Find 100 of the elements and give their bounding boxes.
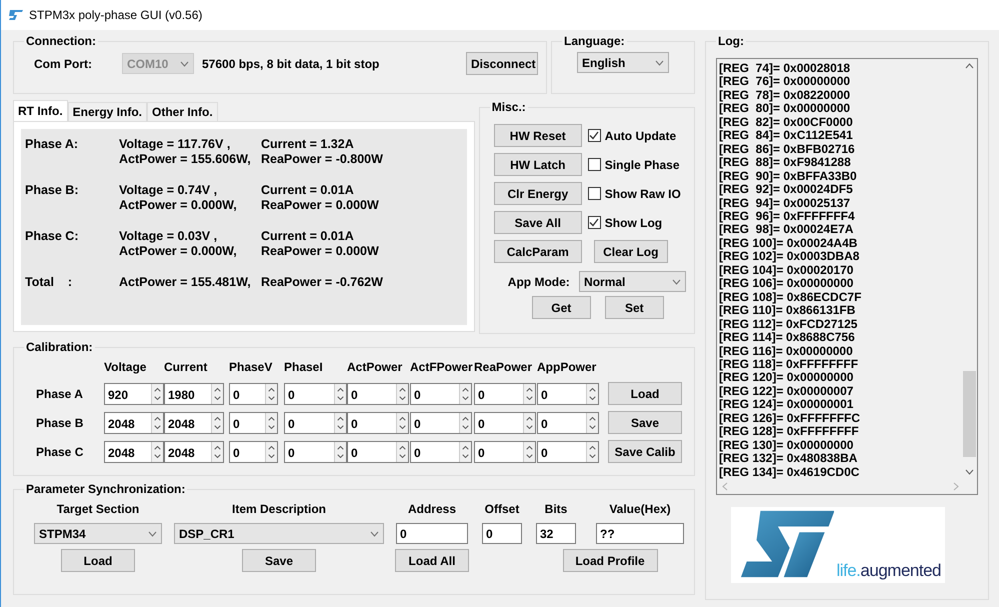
- number-field[interactable]: 2048: [164, 440, 224, 462]
- spin-arrows-icon[interactable]: [151, 384, 163, 404]
- number-field[interactable]: 0: [537, 440, 599, 462]
- misc-button[interactable]: Clr Energy: [494, 182, 582, 205]
- reading: Current = 0.01A: [261, 183, 355, 198]
- number-field[interactable]: 0: [474, 382, 536, 404]
- column-header: Voltage: [104, 359, 148, 376]
- group-title: Log:: [717, 34, 745, 48]
- reading: Voltage = 0.03V ,: [119, 229, 218, 244]
- spin-arrows-icon[interactable]: [459, 384, 471, 404]
- language-dropdown[interactable]: English: [577, 52, 669, 73]
- clear-log-button[interactable]: Clear Log: [594, 240, 668, 263]
- log-line: [REG 124]= 0x00000001: [719, 398, 854, 412]
- spin-arrows-icon[interactable]: [523, 412, 535, 432]
- log-line: [REG 84]= 0xC112E541: [719, 129, 854, 143]
- number-field[interactable]: 0: [474, 412, 536, 434]
- number-field[interactable]: 0: [347, 382, 409, 404]
- number-field[interactable]: 0: [284, 382, 347, 404]
- sync-button[interactable]: Load: [61, 549, 135, 572]
- window-title: STPM3x poly-phase GUI (v0.56): [29, 7, 202, 24]
- scroll-up-icon[interactable]: [964, 63, 974, 69]
- spin-arrows-icon[interactable]: [151, 412, 163, 432]
- sync-button[interactable]: Load Profile: [562, 549, 658, 572]
- spin-arrows-icon[interactable]: [211, 412, 223, 432]
- number-field[interactable]: 0: [537, 382, 599, 404]
- spin-arrows-icon[interactable]: [523, 442, 535, 462]
- spin-arrows-icon[interactable]: [265, 412, 277, 432]
- input-field[interactable]: 32: [536, 523, 576, 544]
- number-field[interactable]: 0: [347, 412, 409, 434]
- spin-arrows-icon[interactable]: [334, 442, 346, 462]
- spin-arrows-icon[interactable]: [586, 384, 598, 404]
- input-field[interactable]: ??: [596, 523, 684, 544]
- tab[interactable]: Other Info.: [147, 102, 218, 121]
- scroll-thumb[interactable]: [962, 371, 976, 458]
- spin-arrows-icon[interactable]: [211, 384, 223, 404]
- number-field[interactable]: 0: [410, 382, 472, 404]
- misc-button[interactable]: HW Latch: [494, 153, 582, 176]
- number-field[interactable]: 1980: [164, 382, 224, 404]
- number-field[interactable]: 2048: [164, 412, 224, 434]
- number-field[interactable]: 2048: [104, 440, 164, 462]
- number-field[interactable]: 0: [229, 382, 278, 404]
- calibration-button[interactable]: Load: [608, 382, 682, 405]
- spin-arrows-icon[interactable]: [211, 442, 223, 462]
- spin-arrows-icon[interactable]: [586, 442, 598, 462]
- spin-arrows-icon[interactable]: [396, 412, 408, 432]
- input-field[interactable]: 0: [396, 523, 468, 544]
- caret-icon: [180, 60, 189, 66]
- misc-button[interactable]: HW Reset: [494, 124, 582, 147]
- checkbox[interactable]: [588, 187, 601, 200]
- checkbox-label[interactable]: Single Phase: [604, 156, 680, 174]
- spin-arrows-icon[interactable]: [265, 384, 277, 404]
- spin-arrows-icon[interactable]: [396, 384, 408, 404]
- spin-arrows-icon[interactable]: [334, 412, 346, 432]
- log-line: [REG 92]= 0x00024DF5: [719, 183, 854, 197]
- input-field[interactable]: 0: [482, 523, 522, 544]
- misc-button[interactable]: Save All: [494, 211, 582, 234]
- spin-arrows-icon[interactable]: [586, 412, 598, 432]
- phase-label: Phase C:: [25, 229, 80, 244]
- checkbox[interactable]: [588, 158, 601, 171]
- number-field[interactable]: 0: [284, 440, 347, 462]
- disconnect-button[interactable]: Disconnect: [466, 52, 538, 75]
- number-field[interactable]: 0: [474, 440, 536, 462]
- sync-button[interactable]: Load All: [395, 549, 469, 572]
- get-button[interactable]: Get: [532, 296, 591, 319]
- number-field[interactable]: 920: [104, 382, 164, 404]
- checkbox[interactable]: [588, 129, 601, 142]
- mode-dropdown[interactable]: Normal: [579, 271, 686, 292]
- section-dropdown[interactable]: STPM34: [34, 523, 162, 544]
- spin-arrows-icon[interactable]: [151, 442, 163, 462]
- sync-button[interactable]: Save: [242, 549, 316, 572]
- checkbox-label[interactable]: Show Log: [604, 214, 662, 232]
- spin-arrows-icon[interactable]: [265, 442, 277, 462]
- number-field[interactable]: 0: [537, 412, 599, 434]
- checkbox-label[interactable]: Auto Update: [604, 126, 676, 144]
- number-field[interactable]: 0: [284, 412, 347, 434]
- number-field[interactable]: 0: [410, 440, 472, 462]
- group-title: Calibration:: [25, 340, 94, 354]
- misc-button[interactable]: CalcParam: [494, 240, 582, 263]
- spin-arrows-icon[interactable]: [334, 384, 346, 404]
- number-field[interactable]: 0: [347, 440, 409, 462]
- checkbox[interactable]: [588, 216, 601, 229]
- log-line: [REG 86]= 0xBFB02716: [719, 142, 856, 156]
- spin-arrows-icon[interactable]: [396, 442, 408, 462]
- calibration-button[interactable]: Save: [608, 411, 682, 434]
- spin-arrows-icon[interactable]: [459, 412, 471, 432]
- number-field[interactable]: 0: [410, 412, 472, 434]
- column-header: AppPower: [537, 359, 598, 376]
- scroll-down-icon[interactable]: [964, 469, 974, 476]
- log-line: [REG 88]= 0xF9841288: [719, 156, 852, 170]
- tab[interactable]: RT Info.: [13, 100, 68, 121]
- spin-arrows-icon[interactable]: [523, 384, 535, 404]
- calibration-button[interactable]: Save Calib: [608, 440, 682, 463]
- set-button[interactable]: Set: [604, 296, 664, 319]
- item-dropdown[interactable]: DSP_CR1: [174, 523, 384, 544]
- number-field[interactable]: 2048: [104, 412, 164, 434]
- spin-arrows-icon[interactable]: [459, 442, 471, 462]
- tab[interactable]: Energy Info.: [68, 102, 147, 121]
- number-field[interactable]: 0: [229, 440, 278, 462]
- checkbox-label[interactable]: Show Raw IO: [604, 184, 681, 202]
- number-field[interactable]: 0: [229, 412, 278, 434]
